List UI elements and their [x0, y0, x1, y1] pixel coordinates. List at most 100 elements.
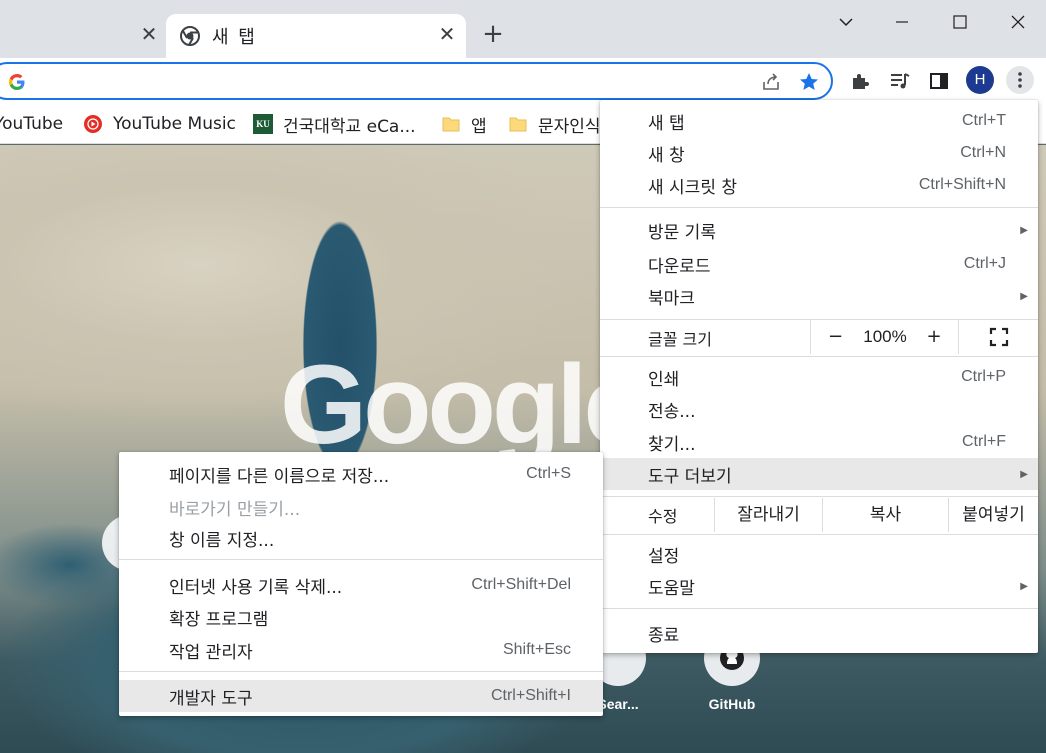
- menu-item-task-manager[interactable]: 작업 관리자 Shift+Esc: [119, 634, 603, 666]
- menu-item-label: 창 이름 지정...: [169, 530, 275, 551]
- menu-item-shortcut: Ctrl+Shift+Del: [471, 576, 571, 593]
- extensions-puzzle-icon[interactable]: [847, 68, 873, 94]
- folder-icon: [442, 117, 460, 132]
- tab-search-chevron-icon[interactable]: [834, 10, 858, 34]
- zoom-out-button[interactable]: −: [810, 320, 860, 354]
- fullscreen-button[interactable]: [958, 320, 1038, 354]
- menu-item-new-window[interactable]: 새 창 Ctrl+N: [600, 137, 1038, 169]
- side-panel-icon[interactable]: [926, 68, 952, 94]
- share-icon[interactable]: [760, 71, 782, 93]
- menu-item-shortcut: Shift+Esc: [502, 641, 571, 658]
- menu-item-label: 방문 기록: [648, 222, 716, 243]
- address-input[interactable]: [34, 70, 694, 94]
- menu-item-label: 인쇄: [648, 369, 680, 390]
- menu-item-label: 확장 프로그램: [169, 609, 269, 630]
- more-vert-icon: [1018, 72, 1022, 88]
- menu-item-settings[interactable]: 설정: [600, 538, 1038, 570]
- google-g-icon: [9, 74, 25, 90]
- menu-item-label: 수정: [648, 507, 678, 526]
- menu-item-history[interactable]: 방문 기록 ▶: [600, 214, 1038, 246]
- paste-button[interactable]: 붙여넣기: [948, 498, 1038, 532]
- tab-active[interactable]: 새 탭 ✕: [166, 14, 466, 58]
- menu-zoom-row: 글꼴 크기 − 100% +: [600, 320, 1038, 354]
- menu-item-label: 종료: [648, 625, 680, 646]
- menu-divider: [600, 356, 1038, 357]
- menu-item-print[interactable]: 인쇄 Ctrl+P: [600, 361, 1038, 393]
- media-control-icon[interactable]: [887, 68, 913, 94]
- bookmark-folder-apps[interactable]: 앱: [441, 112, 487, 137]
- menu-item-bookmarks[interactable]: 북마크 ▶: [600, 280, 1038, 312]
- menu-item-shortcut: Ctrl+S: [526, 465, 571, 482]
- bookmark-konkuk[interactable]: KU 건국대학교 eCa...: [253, 112, 416, 137]
- menu-item-create-shortcut: 바로가기 만들기...: [119, 491, 603, 523]
- menu-item-label: 작업 관리자: [169, 642, 253, 663]
- menu-edit-row: 수정 잘라내기 복사 붙여넣기: [600, 498, 1038, 532]
- menu-item-incognito[interactable]: 새 시크릿 창 Ctrl+Shift+N: [600, 169, 1038, 201]
- menu-item-clear-browsing-data[interactable]: 인터넷 사용 기록 삭제... Ctrl+Shift+Del: [119, 569, 603, 601]
- menu-divider: [600, 608, 1038, 609]
- menu-item-downloads[interactable]: 다운로드 Ctrl+J: [600, 248, 1038, 280]
- menu-item-label: 인터넷 사용 기록 삭제...: [169, 577, 343, 598]
- new-tab-button[interactable]: +: [480, 21, 506, 48]
- google-logo: Google: [280, 342, 646, 467]
- bookmark-label: YouTube Music: [113, 114, 236, 134]
- menu-item-exit[interactable]: 종료: [600, 617, 1038, 649]
- menu-item-more-tools[interactable]: 도구 더보기 ▶: [600, 458, 1038, 490]
- menu-item-label: 찾기...: [648, 434, 696, 455]
- bookmark-label: 문자인식: [538, 116, 601, 137]
- menu-item-label: 북마크: [648, 288, 695, 309]
- bookmark-star-icon[interactable]: [798, 71, 820, 93]
- omnibox[interactable]: [0, 62, 833, 100]
- menu-item-shortcut: Ctrl+T: [962, 112, 1006, 129]
- menu-item-save-page-as[interactable]: 페이지를 다른 이름으로 저장... Ctrl+S: [119, 458, 603, 490]
- window-close-icon[interactable]: [1006, 10, 1030, 34]
- menu-item-new-tab[interactable]: 새 탭 Ctrl+T: [600, 105, 1038, 137]
- menu-divider: [600, 207, 1038, 208]
- tab-previous[interactable]: ✕: [0, 14, 165, 58]
- bookmark-folder-sms[interactable]: 문자인식: [508, 112, 601, 137]
- maximize-icon[interactable]: [948, 10, 972, 34]
- menu-item-label: 설정: [648, 546, 680, 567]
- toolbar: H: [0, 58, 1046, 104]
- menu-item-label: 개발자 도구: [169, 688, 253, 709]
- folder-icon: [509, 117, 527, 132]
- menu-item-shortcut: Ctrl+Shift+I: [490, 687, 571, 704]
- fullscreen-icon: [989, 327, 1008, 347]
- bookmark-label: YouTube: [0, 114, 64, 134]
- close-tab-icon[interactable]: ✕: [138, 23, 160, 45]
- minimize-icon[interactable]: [890, 10, 914, 34]
- menu-item-find[interactable]: 찾기... Ctrl+F: [600, 426, 1038, 458]
- submenu-arrow-icon: ▶: [1020, 580, 1028, 592]
- submenu-arrow-icon: ▶: [1020, 468, 1028, 480]
- menu-item-shortcut: Ctrl+Shift+N: [918, 176, 1006, 193]
- menu-item-label: 바로가기 만들기...: [169, 499, 301, 520]
- shortcut-label: GitHub: [708, 696, 756, 712]
- menu-item-label: 도움말: [648, 578, 695, 599]
- close-tab-icon[interactable]: ✕: [436, 23, 458, 45]
- menu-item-label: 도구 더보기: [648, 466, 732, 487]
- zoom-level: 100%: [863, 327, 907, 346]
- menu-item-extensions[interactable]: 확장 프로그램: [119, 601, 603, 633]
- bookmark-youtube-music[interactable]: YouTube Music: [83, 112, 236, 136]
- cut-button[interactable]: 잘라내기: [714, 498, 822, 532]
- menu-divider: [119, 559, 603, 560]
- youtube-music-icon: [84, 115, 102, 133]
- bookmark-youtube[interactable]: YouTube: [0, 112, 63, 136]
- zoom-in-button[interactable]: +: [912, 320, 956, 354]
- menu-item-developer-tools[interactable]: 개발자 도구 Ctrl+Shift+I: [119, 680, 603, 712]
- menu-item-label: 글꼴 크기: [648, 330, 712, 349]
- submenu-arrow-icon: ▶: [1020, 290, 1028, 302]
- menu-item-cast[interactable]: 전송...: [600, 393, 1038, 425]
- tab-strip: ✕ 새 탭 ✕ +: [0, 0, 1046, 58]
- menu-item-label: 새 탭: [648, 113, 685, 134]
- menu-item-help[interactable]: 도움말 ▶: [600, 570, 1038, 602]
- more-tools-submenu: 페이지를 다른 이름으로 저장... Ctrl+S 바로가기 만들기... 창 …: [119, 452, 603, 716]
- copy-button[interactable]: 복사: [822, 498, 948, 532]
- chrome-menu-button[interactable]: [1006, 66, 1034, 94]
- chrome-main-menu: 새 탭 Ctrl+T 새 창 Ctrl+N 새 시크릿 창 Ctrl+Shift…: [600, 100, 1038, 653]
- profile-avatar[interactable]: H: [966, 66, 994, 94]
- menu-item-label: 새 창: [648, 145, 685, 166]
- menu-divider: [600, 534, 1038, 535]
- menu-item-name-window[interactable]: 창 이름 지정...: [119, 522, 603, 554]
- menu-item-shortcut: Ctrl+P: [961, 368, 1006, 385]
